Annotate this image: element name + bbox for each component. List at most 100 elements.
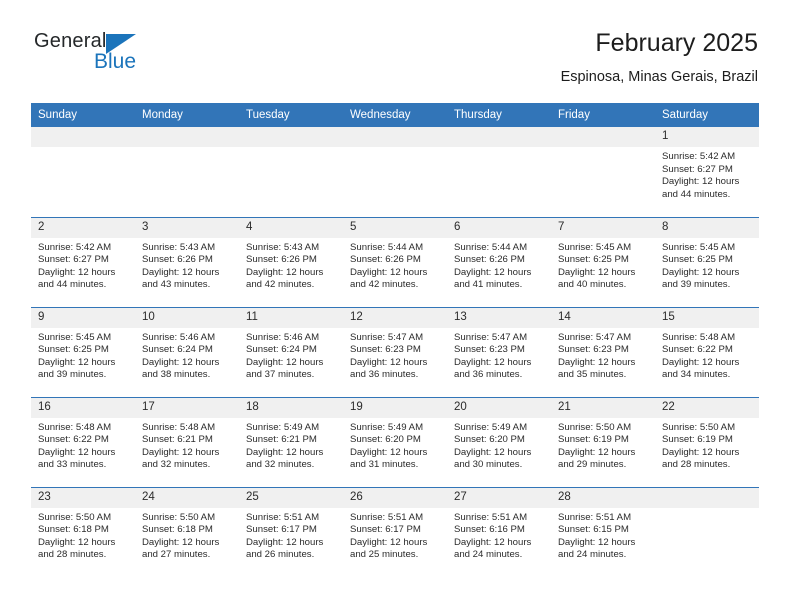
daylight-text: Daylight: 12 hours and 40 minutes. bbox=[558, 266, 636, 291]
calendar-header-row-group: Sunday Monday Tuesday Wednesday Thursday… bbox=[31, 103, 759, 127]
day-details: Sunrise: 5:51 AM Sunset: 6:15 PM Daylight:… bbox=[551, 508, 655, 562]
calendar-day-cell[interactable]: 3 Sunrise: 5:43 AM Sunset: 6:26 PM Daylight… bbox=[135, 216, 239, 307]
sunrise-text: Sunrise: 5:50 AM bbox=[142, 511, 216, 523]
day-number: 2 bbox=[31, 217, 135, 238]
day-number: 3 bbox=[135, 217, 239, 238]
daylight-text: Daylight: 12 hours and 44 minutes. bbox=[662, 176, 740, 200]
brand-logo[interactable]: General Blue bbox=[34, 30, 174, 78]
calendar-day-cell[interactable]: 17 Sunrise: 5:48 AM Sunset: 6:21 PM Dayligh… bbox=[135, 396, 239, 487]
sunset-text: Sunset: 6:25 PM bbox=[662, 254, 733, 266]
calendar-week-row: 9 Sunrise: 5:45 AM Sunset: 6:25 PM Daylight… bbox=[31, 306, 759, 397]
calendar-week-row: 16 Sunrise: 5:48 AM Sunset: 6:22 PM Dayligh… bbox=[31, 396, 759, 487]
calendar-day-cell[interactable]: 13 Sunrise: 5:47 AM Sunset: 6:23 PM Dayligh… bbox=[447, 306, 551, 397]
calendar-week-row: 2 Sunrise: 5:42 AM Sunset: 6:27 PM Daylight… bbox=[31, 216, 759, 307]
daylight-text: Daylight: 12 hours and 28 minutes. bbox=[662, 446, 740, 471]
sunset-text: Sunset: 6:23 PM bbox=[350, 344, 421, 356]
calendar-day-cell[interactable]: 25 Sunrise: 5:51 AM Sunset: 6:17 PM Dayligh… bbox=[239, 486, 343, 577]
day-number bbox=[551, 127, 655, 147]
calendar-day-cell[interactable]: 19 Sunrise: 5:49 AM Sunset: 6:20 PM Dayligh… bbox=[343, 396, 447, 487]
sunset-text: Sunset: 6:25 PM bbox=[38, 344, 109, 356]
daylight-text: Daylight: 12 hours and 39 minutes. bbox=[662, 266, 740, 291]
calendar-page: General Blue February 2025 Espinosa, Min… bbox=[0, 0, 792, 612]
daylight-text: Daylight: 12 hours and 29 minutes. bbox=[558, 446, 636, 471]
day-details: Sunrise: 5:45 AM Sunset: 6:25 PM Daylight:… bbox=[655, 238, 759, 292]
calendar-day-cell[interactable]: 24 Sunrise: 5:50 AM Sunset: 6:18 PM Dayligh… bbox=[135, 486, 239, 577]
sunset-text: Sunset: 6:24 PM bbox=[142, 344, 213, 356]
sunset-text: Sunset: 6:26 PM bbox=[246, 254, 317, 266]
sunrise-text: Sunrise: 5:51 AM bbox=[558, 511, 632, 523]
daylight-text: Daylight: 12 hours and 24 minutes. bbox=[558, 536, 636, 561]
day-details: Sunrise: 5:51 AM Sunset: 6:17 PM Daylight:… bbox=[239, 508, 343, 562]
day-number bbox=[655, 487, 759, 508]
calendar-day-cell[interactable]: 22 Sunrise: 5:50 AM Sunset: 6:19 PM Dayligh… bbox=[655, 396, 759, 487]
calendar-day-cell-empty bbox=[239, 127, 343, 217]
calendar-day-cell[interactable]: 15 Sunrise: 5:48 AM Sunset: 6:22 PM Dayligh… bbox=[655, 306, 759, 397]
sunrise-text: Sunrise: 5:48 AM bbox=[142, 421, 216, 433]
sunrise-text: Sunrise: 5:44 AM bbox=[454, 241, 528, 253]
sunset-text: Sunset: 6:23 PM bbox=[454, 344, 525, 356]
page-title: February 2025 bbox=[595, 29, 758, 57]
sunset-text: Sunset: 6:23 PM bbox=[558, 344, 629, 356]
sunset-text: Sunset: 6:27 PM bbox=[662, 163, 733, 175]
day-number: 7 bbox=[551, 217, 655, 238]
sunrise-text: Sunrise: 5:44 AM bbox=[350, 241, 424, 253]
day-number: 23 bbox=[31, 487, 135, 508]
calendar-day-cell[interactable]: 1 Sunrise: 5:42 AM Sunset: 6:27 PM Daylight… bbox=[655, 127, 759, 217]
calendar-day-cell[interactable]: 4 Sunrise: 5:43 AM Sunset: 6:26 PM Daylight… bbox=[239, 216, 343, 307]
daylight-text: Daylight: 12 hours and 36 minutes. bbox=[350, 356, 428, 381]
day-details: Sunrise: 5:50 AM Sunset: 6:19 PM Daylight:… bbox=[551, 418, 655, 472]
day-details: Sunrise: 5:47 AM Sunset: 6:23 PM Daylight:… bbox=[343, 328, 447, 382]
calendar-day-cell[interactable]: 16 Sunrise: 5:48 AM Sunset: 6:22 PM Dayligh… bbox=[31, 396, 135, 487]
weekday-header-wednesday: Wednesday bbox=[343, 103, 447, 127]
calendar-day-cell-empty bbox=[135, 127, 239, 217]
sunrise-text: Sunrise: 5:50 AM bbox=[38, 511, 112, 523]
calendar-week-row: 23 Sunrise: 5:50 AM Sunset: 6:18 PM Dayligh… bbox=[31, 486, 759, 577]
calendar-day-cell[interactable]: 10 Sunrise: 5:46 AM Sunset: 6:24 PM Dayligh… bbox=[135, 306, 239, 397]
calendar-day-cell[interactable]: 11 Sunrise: 5:46 AM Sunset: 6:24 PM Dayligh… bbox=[239, 306, 343, 397]
day-details: Sunrise: 5:46 AM Sunset: 6:24 PM Daylight:… bbox=[135, 328, 239, 382]
calendar-body: 1 Sunrise: 5:42 AM Sunset: 6:27 PM Daylight… bbox=[31, 127, 759, 577]
day-details: Sunrise: 5:45 AM Sunset: 6:25 PM Daylight:… bbox=[551, 238, 655, 292]
day-number: 5 bbox=[343, 217, 447, 238]
calendar-day-cell[interactable]: 6 Sunrise: 5:44 AM Sunset: 6:26 PM Daylight… bbox=[447, 216, 551, 307]
calendar-day-cell[interactable]: 8 Sunrise: 5:45 AM Sunset: 6:25 PM Daylight… bbox=[655, 216, 759, 307]
calendar-day-cell[interactable]: 14 Sunrise: 5:47 AM Sunset: 6:23 PM Dayligh… bbox=[551, 306, 655, 397]
day-number: 22 bbox=[655, 397, 759, 418]
day-number: 9 bbox=[31, 307, 135, 328]
sunset-text: Sunset: 6:21 PM bbox=[246, 434, 317, 446]
sunrise-text: Sunrise: 5:46 AM bbox=[246, 331, 320, 343]
calendar-day-cell[interactable]: 2 Sunrise: 5:42 AM Sunset: 6:27 PM Daylight… bbox=[31, 216, 135, 307]
calendar-week-row: 1 Sunrise: 5:42 AM Sunset: 6:27 PM Daylight… bbox=[31, 127, 759, 217]
brand-logo-blue-text: Blue bbox=[94, 50, 137, 73]
day-number: 21 bbox=[551, 397, 655, 418]
sunset-text: Sunset: 6:24 PM bbox=[246, 344, 317, 356]
sunrise-text: Sunrise: 5:48 AM bbox=[38, 421, 112, 433]
daylight-text: Daylight: 12 hours and 38 minutes. bbox=[142, 356, 220, 381]
calendar-day-cell[interactable]: 7 Sunrise: 5:45 AM Sunset: 6:25 PM Daylight… bbox=[551, 216, 655, 307]
sunset-text: Sunset: 6:21 PM bbox=[142, 434, 213, 446]
daylight-text: Daylight: 12 hours and 43 minutes. bbox=[142, 266, 220, 291]
calendar-day-cell[interactable]: 26 Sunrise: 5:51 AM Sunset: 6:17 PM Dayligh… bbox=[343, 486, 447, 577]
daylight-text: Daylight: 12 hours and 28 minutes. bbox=[38, 536, 116, 561]
calendar-day-cell[interactable]: 28 Sunrise: 5:51 AM Sunset: 6:15 PM Dayligh… bbox=[551, 486, 655, 577]
calendar-day-cell[interactable]: 5 Sunrise: 5:44 AM Sunset: 6:26 PM Daylight… bbox=[343, 216, 447, 307]
calendar-day-cell[interactable]: 20 Sunrise: 5:49 AM Sunset: 6:20 PM Dayligh… bbox=[447, 396, 551, 487]
calendar-day-cell[interactable]: 27 Sunrise: 5:51 AM Sunset: 6:16 PM Dayligh… bbox=[447, 486, 551, 577]
calendar-day-cell[interactable]: 21 Sunrise: 5:50 AM Sunset: 6:19 PM Dayligh… bbox=[551, 396, 655, 487]
sunset-text: Sunset: 6:18 PM bbox=[38, 524, 109, 536]
weekday-header-friday: Friday bbox=[551, 103, 655, 127]
calendar-day-cell[interactable]: 18 Sunrise: 5:49 AM Sunset: 6:21 PM Dayligh… bbox=[239, 396, 343, 487]
calendar-table: Sunday Monday Tuesday Wednesday Thursday… bbox=[31, 103, 759, 577]
sunset-text: Sunset: 6:19 PM bbox=[558, 434, 629, 446]
sunset-text: Sunset: 6:17 PM bbox=[246, 524, 317, 536]
sunset-text: Sunset: 6:22 PM bbox=[662, 344, 733, 356]
day-number: 14 bbox=[551, 307, 655, 328]
calendar-day-cell[interactable]: 12 Sunrise: 5:47 AM Sunset: 6:23 PM Dayligh… bbox=[343, 306, 447, 397]
sunrise-text: Sunrise: 5:46 AM bbox=[142, 331, 216, 343]
day-number: 19 bbox=[343, 397, 447, 418]
calendar-day-cell[interactable]: 9 Sunrise: 5:45 AM Sunset: 6:25 PM Daylight… bbox=[31, 306, 135, 397]
calendar-day-cell[interactable]: 23 Sunrise: 5:50 AM Sunset: 6:18 PM Dayligh… bbox=[31, 486, 135, 577]
day-number: 27 bbox=[447, 487, 551, 508]
daylight-text: Daylight: 12 hours and 42 minutes. bbox=[246, 266, 324, 291]
day-details: Sunrise: 5:48 AM Sunset: 6:22 PM Daylight:… bbox=[31, 418, 135, 472]
